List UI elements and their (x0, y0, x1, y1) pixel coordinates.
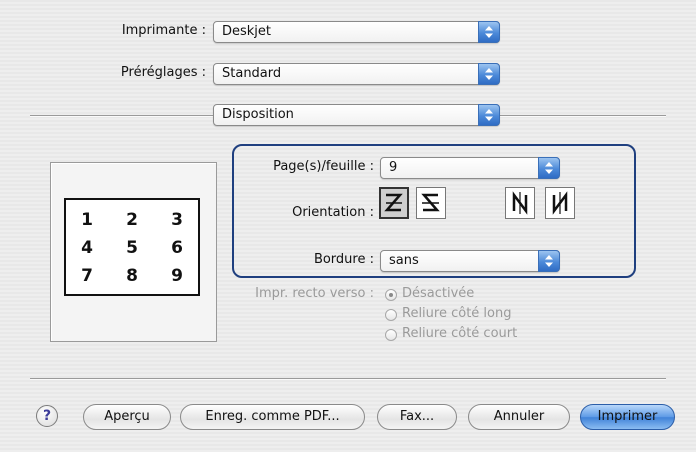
orientation-reverse-z-icon (421, 193, 440, 212)
panel-value: Disposition (222, 107, 294, 122)
preview-sheet: 1 2 3 4 5 6 7 8 9 (64, 198, 200, 296)
duplex-long-edge-label: Reliure côté long (402, 306, 512, 321)
border-label: Bordure : (313, 252, 374, 267)
orientation-z-button[interactable] (379, 187, 409, 219)
border-popup[interactable]: sans (380, 250, 560, 272)
presets-popup[interactable]: Standard (213, 63, 500, 85)
orientation-n-icon (512, 191, 528, 215)
cancel-button[interactable]: Annuler (468, 404, 570, 430)
printer-value: Deskjet (222, 24, 272, 39)
preview-number: 9 (171, 266, 183, 286)
border-value: sans (389, 253, 419, 268)
preview-number: 8 (126, 266, 138, 286)
duplex-off-label: Désactivée (402, 286, 475, 301)
preview-number: 3 (171, 210, 183, 230)
duplex-label: Impr. recto verso : (255, 286, 374, 301)
duplex-short-edge-radio[interactable] (385, 329, 397, 341)
presets-value: Standard (222, 66, 282, 81)
updown-arrows-icon (538, 250, 560, 272)
save-as-pdf-button[interactable]: Enreg. comme PDF... (180, 404, 365, 430)
printer-label: Imprimante : (121, 23, 206, 38)
preview-number: 5 (126, 238, 138, 258)
duplex-long-edge-radio[interactable] (385, 309, 397, 321)
fax-button[interactable]: Fax... (377, 404, 457, 430)
duplex-short-edge-label: Reliure côté court (402, 326, 518, 341)
updown-arrows-icon (538, 157, 560, 179)
updown-arrows-icon (478, 63, 500, 85)
orientation-z-icon (384, 193, 403, 212)
updown-arrows-icon (478, 21, 500, 43)
preview-number: 6 (171, 238, 183, 258)
preview-number: 4 (81, 238, 93, 258)
updown-arrows-icon (478, 104, 500, 126)
pages-per-sheet-label: Page(s)/feuille : (273, 159, 374, 174)
preview-number: 1 (81, 210, 93, 230)
bottom-separator (30, 378, 666, 380)
preview-number: 7 (81, 266, 93, 286)
presets-label: Préréglages : (120, 65, 206, 80)
duplex-off-radio[interactable] (385, 289, 397, 301)
pages-per-sheet-popup[interactable]: 9 (380, 157, 560, 179)
printer-popup[interactable]: Deskjet (213, 21, 500, 43)
orientation-n-button[interactable] (505, 187, 535, 219)
panel-popup[interactable]: Disposition (213, 104, 500, 126)
orientation-reverse-n-icon (552, 191, 568, 215)
help-button[interactable]: ? (36, 405, 58, 427)
layout-preview: 1 2 3 4 5 6 7 8 9 (50, 162, 217, 342)
preview-button[interactable]: Aperçu (83, 404, 171, 430)
orientation-reverse-n-button[interactable] (545, 187, 575, 219)
orientation-reverse-z-button[interactable] (416, 187, 446, 219)
orientation-label: Orientation : (292, 205, 374, 220)
preview-number: 2 (126, 210, 138, 230)
print-button[interactable]: Imprimer (580, 404, 675, 430)
pages-per-sheet-value: 9 (389, 160, 398, 175)
